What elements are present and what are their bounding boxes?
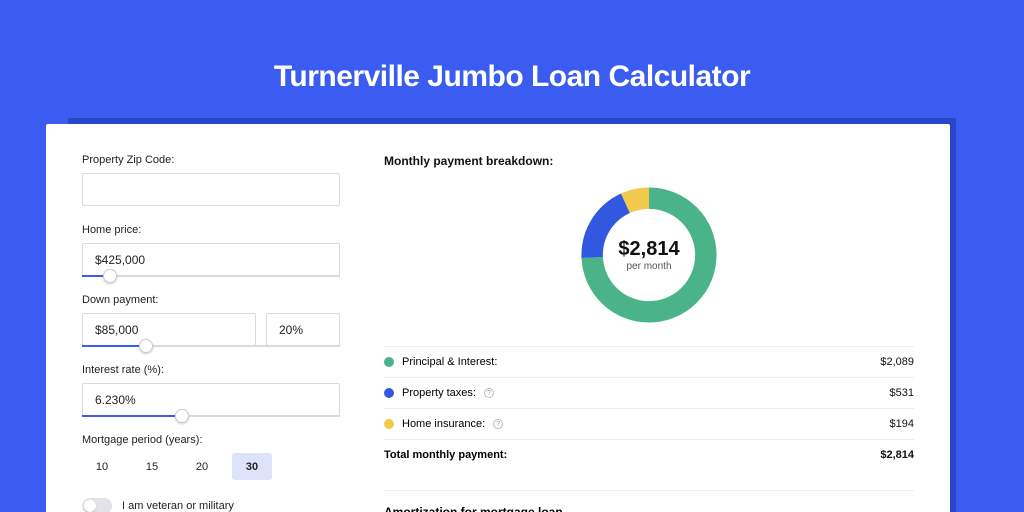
dot-icon [384, 357, 394, 367]
period-label: Mortgage period (years): [82, 434, 340, 446]
breakdown-row: Principal & Interest: $2,089 [384, 346, 914, 377]
slider-thumb[interactable] [175, 409, 189, 423]
total-value: $2,814 [880, 449, 914, 461]
dot-icon [384, 388, 394, 398]
info-icon[interactable]: ? [484, 388, 494, 398]
row-value: $531 [890, 387, 914, 399]
veteran-toggle[interactable] [82, 498, 112, 512]
interest-label: Interest rate (%): [82, 364, 340, 376]
form-panel: Property Zip Code: Home price: Down paym… [82, 154, 340, 512]
breakdown-row: Property taxes:? $531 [384, 377, 914, 408]
period-options: 10 15 20 30 [82, 453, 340, 480]
row-value: $194 [890, 418, 914, 430]
row-value: $2,089 [880, 356, 914, 368]
zip-label: Property Zip Code: [82, 154, 340, 166]
slider-thumb[interactable] [139, 339, 153, 353]
home-price-input[interactable] [82, 243, 340, 276]
slider-thumb[interactable] [103, 269, 117, 283]
slider-fill [82, 275, 103, 277]
breakdown-row: Home insurance:? $194 [384, 408, 914, 439]
down-payment-input[interactable] [82, 313, 256, 346]
slider-fill [82, 415, 175, 417]
breakdown-panel: Monthly payment breakdown: $2,814 per mo… [384, 154, 914, 512]
home-price-slider[interactable] [82, 275, 340, 277]
breakdown-total-row: Total monthly payment: $2,814 [384, 439, 914, 470]
breakdown-title: Monthly payment breakdown: [384, 154, 914, 168]
period-option-10[interactable]: 10 [82, 453, 122, 480]
donut-value: $2,814 [618, 238, 679, 261]
period-option-20[interactable]: 20 [182, 453, 222, 480]
zip-input[interactable] [82, 173, 340, 206]
total-label: Total monthly payment: [384, 449, 507, 461]
interest-slider[interactable] [82, 415, 340, 417]
donut-chart: $2,814 per month [574, 180, 724, 330]
row-label: Property taxes: [402, 387, 476, 399]
interest-input[interactable] [82, 383, 340, 416]
dot-icon [384, 419, 394, 429]
calculator-card: Property Zip Code: Home price: Down paym… [46, 124, 950, 512]
info-icon[interactable]: ? [493, 419, 503, 429]
down-payment-label: Down payment: [82, 294, 340, 306]
slider-fill [82, 345, 139, 347]
donut-sub: per month [626, 261, 671, 272]
amortization-title: Amortization for mortgage loan [384, 490, 914, 512]
period-option-15[interactable]: 15 [132, 453, 172, 480]
page-title: Turnerville Jumbo Loan Calculator [0, 0, 1024, 94]
down-payment-pct-input[interactable] [266, 313, 340, 346]
row-label: Principal & Interest: [402, 356, 497, 368]
row-label: Home insurance: [402, 418, 485, 430]
period-option-30[interactable]: 30 [232, 453, 272, 480]
veteran-label: I am veteran or military [122, 500, 234, 512]
home-price-label: Home price: [82, 224, 340, 236]
down-payment-slider[interactable] [82, 345, 340, 347]
